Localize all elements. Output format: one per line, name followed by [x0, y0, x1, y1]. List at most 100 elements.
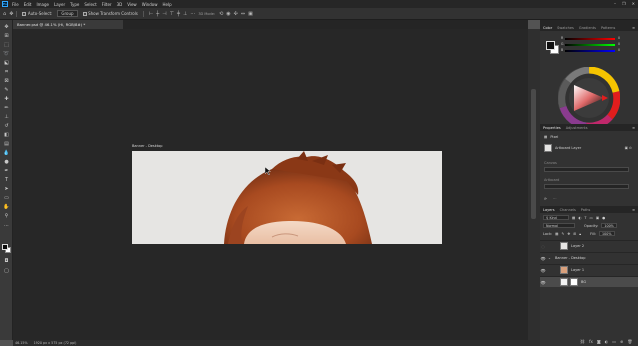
trash-icon[interactable]: 🗑︎ — [627, 339, 632, 344]
link-icon[interactable]: ⛓︎ — [580, 339, 585, 344]
minimize-icon[interactable]: – — [614, 1, 616, 6]
tab-properties[interactable]: Properties — [543, 126, 561, 130]
slider-g-track[interactable] — [565, 43, 615, 46]
more-options-icon[interactable]: ⋯ — [190, 11, 195, 17]
menu-file[interactable]: File — [12, 2, 19, 7]
filter-adjust-icon[interactable]: ◐ — [578, 216, 581, 220]
gradient-icon[interactable]: ▤ — [3, 141, 10, 147]
scrollbar-thumb[interactable] — [531, 89, 536, 219]
tab-swatches[interactable]: Swatches — [557, 26, 574, 30]
sync-icon[interactable]: ⟳ — [544, 197, 547, 201]
layer-row-selected[interactable]: 👁︎ BG — [540, 276, 638, 287]
align-left-icon[interactable]: ⊢ — [149, 11, 153, 17]
properties-menu-icon[interactable]: ≡ — [632, 126, 635, 130]
shape-icon[interactable]: ▭ — [3, 195, 10, 201]
3d-scale-icon[interactable]: ▣ — [248, 11, 253, 17]
foreground-color-swatch[interactable] — [2, 244, 8, 250]
healing-icon[interactable]: ✚ — [3, 96, 10, 102]
more-icon[interactable]: ⋯ — [3, 223, 10, 229]
filter-kind-dropdown[interactable]: ⚲ Kind — [543, 215, 569, 220]
slider-b-track[interactable] — [565, 49, 615, 52]
eyedropper-icon[interactable]: ✎ — [3, 87, 10, 93]
chevron-down-icon[interactable]: ⌄ — [548, 256, 552, 260]
move-icon[interactable]: ✥ — [3, 24, 10, 30]
align-center-icon[interactable]: ┼ — [156, 11, 159, 17]
menu-image[interactable]: Image — [36, 2, 49, 7]
object-select-icon[interactable]: ⬕ — [3, 60, 10, 66]
auto-select-option[interactable]: Auto-Select: — [22, 11, 52, 16]
dodge-icon[interactable]: ● — [3, 159, 10, 165]
slider-r[interactable]: R 0 — [561, 36, 626, 40]
pen-icon[interactable]: ✒ — [3, 168, 10, 174]
adjustment-icon[interactable]: ◐ — [605, 339, 609, 344]
menu-filter[interactable]: Filter — [102, 2, 112, 7]
filter-smart-icon[interactable]: ▣ — [596, 216, 599, 220]
color-foreground-swatch[interactable] — [546, 41, 555, 50]
frame-icon[interactable]: ⊠ — [3, 78, 10, 84]
document-info[interactable]: 1920 px x 575 px (72 ppi) — [34, 341, 77, 345]
eraser-icon[interactable]: ◧ — [3, 132, 10, 138]
filter-toggle-icon[interactable]: ● — [602, 216, 605, 220]
fx-icon[interactable]: fx — [589, 339, 593, 344]
align-middle-icon[interactable]: ╪ — [177, 11, 180, 17]
align-right-icon[interactable]: ⊣ — [162, 11, 166, 17]
align-bottom-icon[interactable]: ⊥ — [183, 11, 187, 17]
lasso-icon[interactable]: ➰ — [3, 51, 10, 57]
artboard-label[interactable]: Banner - Desktop — [132, 144, 163, 148]
marquee-icon[interactable]: ⬚ — [3, 42, 10, 48]
visibility-icon[interactable]: 👁︎ — [540, 256, 546, 261]
menu-type[interactable]: Type — [70, 2, 79, 7]
new-layer-icon[interactable]: ⊕ — [620, 339, 623, 344]
zoom-level[interactable]: 46.15% — [15, 341, 28, 345]
close-icon[interactable]: ✕ — [632, 1, 635, 6]
menu-select[interactable]: Select — [84, 2, 96, 7]
link-icon[interactable]: ▣ ⊙ — [625, 146, 632, 150]
tab-color[interactable]: Color — [543, 26, 552, 30]
tab-adjustments[interactable]: Adjustments — [566, 126, 588, 130]
filter-pixel-icon[interactable]: ▦ — [572, 216, 575, 220]
layers-menu-icon[interactable]: ≡ — [632, 208, 635, 212]
3d-roll-icon[interactable]: ◉ — [226, 11, 230, 17]
blend-mode-dropdown[interactable]: Normal — [543, 223, 575, 228]
history-brush-icon[interactable]: ↺ — [3, 123, 10, 129]
3d-pan-icon[interactable]: ✣ — [234, 11, 238, 17]
layer-row[interactable]: 👁︎ Layer 1 — [540, 264, 638, 275]
visibility-off-icon[interactable]: ○ — [540, 244, 546, 249]
fill-field[interactable]: 100% — [599, 231, 616, 236]
artboard-canvas[interactable] — [132, 151, 442, 244]
mask-icon[interactable]: ◙ — [597, 339, 601, 344]
menu-3d[interactable]: 3D — [117, 2, 123, 7]
opacity-field[interactable]: 100% — [601, 223, 618, 228]
menu-help[interactable]: Help — [162, 2, 171, 7]
slider-g[interactable]: G 0 — [561, 42, 626, 46]
hand-icon[interactable]: ✋ — [3, 204, 10, 210]
3d-orbit-icon[interactable]: ⟲ — [219, 11, 223, 17]
tab-channels[interactable]: Channels — [560, 208, 576, 212]
filter-type-icon[interactable]: T — [584, 216, 586, 220]
canvas-field[interactable] — [544, 167, 629, 172]
home-icon[interactable]: ⌂ — [3, 11, 6, 17]
align-top-icon[interactable]: ⊤ — [170, 11, 174, 17]
restore-icon[interactable]: ❐ — [622, 1, 626, 6]
menu-view[interactable]: View — [127, 2, 137, 7]
lock-paint-icon[interactable]: ✎ — [561, 232, 564, 236]
menu-layer[interactable]: Layer — [54, 2, 65, 7]
tab-layers[interactable]: Layers — [543, 208, 555, 212]
lock-pixels-icon[interactable]: ▦ — [555, 232, 558, 236]
folder-icon[interactable]: ▭ — [612, 339, 616, 344]
canvas-area[interactable]: Banner - Desktop — [13, 29, 528, 340]
screen-mode-icon[interactable]: ▢ — [3, 268, 10, 274]
tab-patterns[interactable]: Patterns — [601, 26, 615, 30]
path-select-icon[interactable]: ➤ — [3, 186, 10, 192]
artboard-field[interactable] — [544, 184, 629, 189]
auto-select-dropdown[interactable]: Group — [57, 10, 78, 17]
visibility-icon[interactable]: 👁︎ — [540, 268, 546, 273]
visibility-icon[interactable]: 👁︎ — [540, 280, 546, 285]
document-tab[interactable]: Banner.psd @ 46.1% (Hi, RGB/8#) * — [13, 20, 123, 29]
menu-edit[interactable]: Edit — [24, 2, 32, 7]
panel-menu-icon[interactable]: ≡ — [632, 26, 635, 30]
menu-window[interactable]: Window — [142, 2, 158, 7]
more-icon[interactable]: ⋯ — [553, 197, 557, 201]
3d-slide-icon[interactable]: ⇔ — [241, 11, 245, 17]
quick-mask-icon[interactable]: ◘ — [3, 258, 10, 264]
